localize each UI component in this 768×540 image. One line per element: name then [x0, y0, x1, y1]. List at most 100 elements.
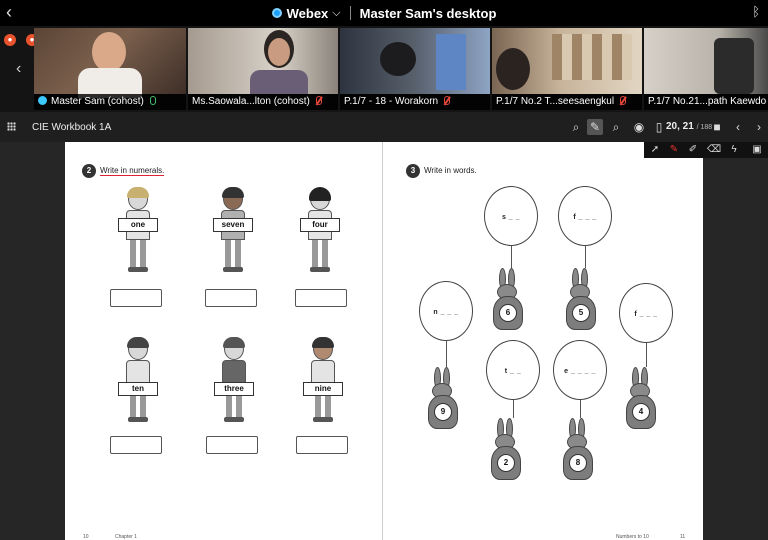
rabbit-number: 8: [569, 454, 587, 472]
participant-tile[interactable]: P.1/7 - 18 - Worakorn: [340, 28, 490, 110]
balloon: t _ _: [486, 340, 540, 400]
strip-controls: ● ● ‹: [0, 26, 38, 112]
exercise-instruction: Write in numerals.: [100, 166, 165, 176]
child-figure: one: [118, 187, 158, 274]
title-divider: [349, 6, 351, 20]
child-feet: [128, 267, 148, 272]
webex-logo-icon: [271, 8, 282, 18]
participant-tile[interactable]: Ms.Saowala...lton (cohost): [188, 28, 338, 110]
background-object: [436, 34, 466, 90]
participant-tile[interactable]: Master Sam (cohost): [34, 28, 186, 110]
child-legs: [225, 240, 241, 268]
participant-face: [268, 38, 290, 66]
participant-face: [92, 32, 126, 72]
rabbit-number: 6: [499, 304, 517, 322]
annotation-toolbar: ➚ ✎ ✐ ⌫ ϟ ▣: [644, 142, 768, 158]
number-word-sign: ten: [118, 382, 158, 396]
mic-muted-icon: [620, 96, 627, 105]
child-legs: [312, 240, 328, 268]
mute-status-icon[interactable]: ●: [4, 34, 16, 46]
rabbit: 5: [566, 268, 596, 330]
bookmark-icon[interactable]: ■: [709, 119, 725, 135]
child-figure: four: [300, 187, 340, 274]
workbook-page-right: 3 Write in words. s _ _ f _ _ _ n _ _ _ …: [383, 142, 703, 540]
rabbit-number: 9: [434, 403, 452, 421]
participants-strip: ● ● ‹ Master Sam (cohost) Ms.Saowala...l…: [0, 26, 768, 112]
answer-box[interactable]: [205, 289, 257, 307]
rabbit: 2: [491, 418, 521, 480]
page-indicator[interactable]: 20, 21 / 188: [657, 121, 712, 132]
search-icon[interactable]: ⌕: [608, 119, 624, 135]
pointer-icon[interactable]: ➚: [649, 144, 661, 156]
chapter-label: Chapter 1: [115, 534, 137, 540]
child-feet: [310, 267, 330, 272]
answer-box[interactable]: [110, 436, 162, 454]
balloon-string: [580, 400, 581, 418]
answer-box[interactable]: [206, 436, 258, 454]
balloon-word-hint: f _ _ _: [573, 214, 597, 221]
participant-video: [34, 28, 186, 98]
balloon-word-hint: f _ _ _: [634, 311, 658, 318]
balloon: f _ _ _: [619, 283, 673, 343]
title-bar: ‹ Webex ⌵ Master Sam's desktop ᛒ: [0, 0, 768, 26]
rabbit: 6: [493, 268, 523, 330]
pen-color-icon[interactable]: ✎: [668, 144, 680, 156]
answer-box[interactable]: [295, 289, 347, 307]
number-word-sign: seven: [213, 218, 253, 232]
mic-on-icon: [149, 96, 156, 105]
workbook-page-left: 2 Write in numerals. one seven four ten …: [65, 142, 382, 540]
save-icon[interactable]: ▣: [751, 144, 763, 156]
pen-icon[interactable]: ✐: [687, 144, 699, 156]
child-feet: [223, 267, 243, 272]
participant-tile[interactable]: P.1/7 No.21...path Kaewdo: [644, 28, 768, 110]
grid-icon[interactable]: [7, 122, 16, 131]
exercise-number: 2: [82, 164, 96, 178]
answer-box[interactable]: [296, 436, 348, 454]
app-name[interactable]: Webex: [287, 6, 329, 21]
previous-page-icon[interactable]: ‹: [730, 119, 746, 135]
annotate-icon[interactable]: ✎: [587, 119, 603, 135]
answer-box[interactable]: [110, 289, 162, 307]
zoom-icon[interactable]: ⌕: [568, 119, 584, 135]
chevron-down-icon[interactable]: ⌵: [332, 7, 340, 20]
participant-tile[interactable]: P.1/7 No.2 T...seesaengkul: [492, 28, 642, 110]
next-page-icon[interactable]: ›: [751, 119, 767, 135]
participant-shirt: [250, 70, 308, 94]
participant-hair: [380, 42, 416, 76]
back-chevron-icon[interactable]: ‹: [6, 2, 12, 23]
cohost-icon: [38, 96, 47, 105]
eraser-icon[interactable]: ⌫: [707, 144, 721, 156]
document-title: CIE Workbook 1A: [32, 122, 112, 133]
balloon: s _ _: [484, 186, 538, 246]
balloon: n _ _ _: [419, 281, 473, 341]
balloon-word-hint: t _ _: [504, 368, 522, 375]
participant-name-bar: Ms.Saowala...lton (cohost): [188, 94, 338, 110]
child-figure: seven: [213, 187, 253, 274]
exercise-instruction: Write in words.: [424, 166, 477, 175]
rabbit: 4: [626, 367, 656, 429]
participant-hair: [496, 48, 530, 90]
child-figure: nine: [303, 337, 343, 424]
laser-icon[interactable]: ϟ: [728, 144, 740, 156]
participant-name-bar: P.1/7 No.2 T...seesaengkul: [492, 94, 642, 110]
balloon-string: [513, 400, 514, 418]
previous-participants-arrow-icon[interactable]: ‹: [16, 60, 21, 78]
child-feet: [224, 417, 244, 422]
balloon: e _ _ _ _: [553, 340, 607, 400]
participant-name: P.1/7 No.2 T...seesaengkul: [496, 96, 615, 107]
mic-muted-icon: [315, 96, 322, 105]
participant-name-bar: P.1/7 - 18 - Worakorn: [340, 94, 490, 110]
rabbit-number: 4: [632, 403, 650, 421]
chapter-title: Numbers to 10: [616, 534, 649, 540]
participant-video: [492, 28, 642, 94]
participant-name-bar: Master Sam (cohost): [34, 94, 186, 110]
child-legs: [130, 240, 146, 268]
share-icon[interactable]: ◉: [631, 119, 647, 135]
rabbit-number: 2: [497, 454, 515, 472]
participant-name: Ms.Saowala...lton (cohost): [192, 96, 310, 107]
exercise-number: 3: [406, 164, 420, 178]
child-hair: [222, 187, 244, 198]
rabbit: 9: [428, 367, 458, 429]
child-hair: [127, 337, 149, 348]
bluetooth-icon: ᛒ: [752, 4, 760, 19]
